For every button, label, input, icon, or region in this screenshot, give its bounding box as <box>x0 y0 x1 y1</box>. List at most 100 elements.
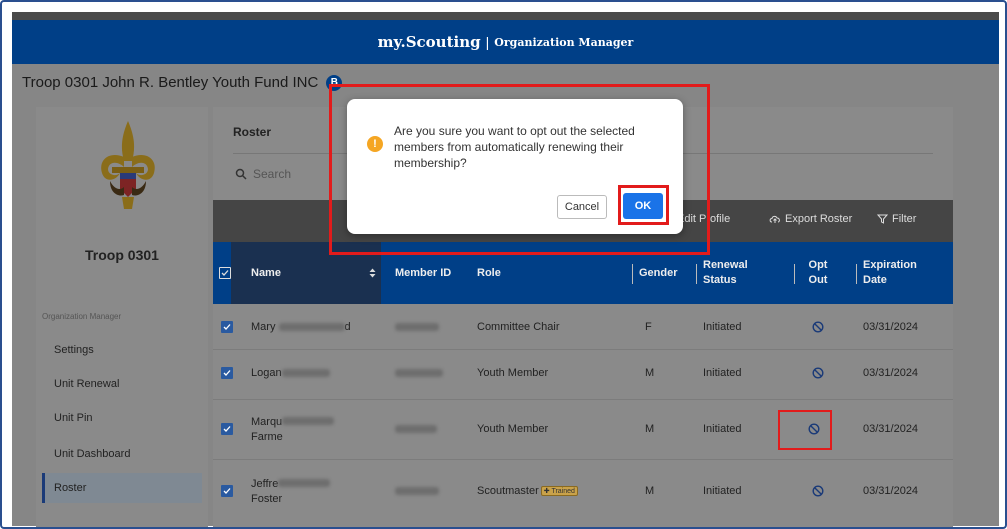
row-checkbox[interactable] <box>221 309 233 345</box>
opt-out-button[interactable] <box>812 469 824 513</box>
expiration-date: 03/31/2024 <box>863 321 919 333</box>
screenshot-frame: my.Scouting | Organization Manager Troop… <box>0 0 1007 529</box>
sidebar-item-unit-pin[interactable]: Unit Pin <box>42 403 202 433</box>
column-member-id-label: Member ID <box>395 267 452 279</box>
dialog-message: Are you sure you want to opt out the sel… <box>394 124 635 170</box>
member-id <box>395 469 439 513</box>
column-separator <box>632 264 633 284</box>
column-header-renewal-status[interactable]: Renewal Status <box>696 242 765 304</box>
member-role: Committee Chair <box>477 321 560 333</box>
top-strip <box>12 12 999 20</box>
member-id <box>395 407 437 451</box>
row-checkbox-box <box>221 321 233 333</box>
trained-badge: ✚ Trained <box>540 486 578 496</box>
expiration-date: 03/31/2024 <box>863 485 919 497</box>
member-name[interactable]: Mary d <box>251 309 351 345</box>
column-separator <box>794 264 795 284</box>
opt-out-button[interactable] <box>812 355 824 391</box>
org-title: Troop 0301 John R. Bentley Youth Fund IN… <box>22 74 343 91</box>
sidebar: Troop 0301 Organization Manager Settings… <box>36 107 208 527</box>
opt-out-button[interactable] <box>812 309 824 345</box>
member-name-tail: d <box>344 321 351 333</box>
row-checkbox-box <box>221 423 233 435</box>
redacted-id <box>395 487 439 495</box>
expiration-date: 03/31/2024 <box>863 423 919 435</box>
member-role-text: Scoutmaster <box>477 485 539 497</box>
checkmark-icon <box>223 488 231 494</box>
redacted-text <box>282 416 335 425</box>
export-roster-label: Export Roster <box>785 213 853 225</box>
sidebar-item-roster[interactable]: Roster <box>42 473 202 503</box>
filter-icon <box>877 214 888 224</box>
redacted-id <box>395 369 443 377</box>
member-role: Scoutmaster ✚ Trained <box>477 469 578 513</box>
sidebar-item-label: Roster <box>54 482 87 494</box>
member-gender: F <box>645 321 652 333</box>
checkmark-icon <box>223 324 231 330</box>
renewal-status: Initiated <box>703 485 742 497</box>
row-checkbox[interactable] <box>221 469 233 513</box>
expiration-date: 03/31/2024 <box>863 367 919 379</box>
brand-name[interactable]: my.Scouting <box>378 33 481 51</box>
table-row[interactable]: Jeffre Foster Scoutmaster ✚ Trained M In… <box>213 469 953 513</box>
column-header-opt-out[interactable]: Opt Out <box>794 242 835 304</box>
member-id <box>395 355 443 391</box>
column-gender-label: Gender <box>639 267 678 279</box>
sidebar-item-settings[interactable]: Settings <box>42 335 202 365</box>
member-name-text: Jeffre <box>251 477 279 490</box>
member-name-text: Logan <box>251 367 282 379</box>
redacted-text <box>278 478 331 487</box>
export-roster-button[interactable]: Export Roster <box>769 213 852 225</box>
row-checkbox[interactable] <box>221 407 233 451</box>
table-row[interactable]: Mary d Committee Chair F Initiated 03/31… <box>213 309 953 345</box>
sidebar-item-label: Unit Dashboard <box>54 448 131 460</box>
select-all-checkbox[interactable] <box>219 242 231 304</box>
row-checkbox-box <box>221 485 233 497</box>
trained-label: Trained <box>551 488 575 495</box>
row-divider <box>213 399 953 400</box>
cancel-button[interactable]: Cancel <box>557 195 607 219</box>
column-role-label: Role <box>477 267 501 279</box>
search-placeholder: Search <box>253 167 292 181</box>
column-header-name[interactable]: Name <box>251 242 281 304</box>
column-separator <box>696 264 697 284</box>
ban-icon <box>812 367 824 379</box>
sidebar-item-unit-renewal[interactable]: Unit Renewal <box>42 369 202 399</box>
member-name-text: Marqu <box>251 415 283 428</box>
sidebar-item-unit-dashboard[interactable]: Unit Dashboard <box>42 439 202 469</box>
member-gender: M <box>645 485 655 497</box>
search-input[interactable]: Search <box>235 167 291 181</box>
member-name-line2: Foster <box>251 492 283 505</box>
ban-icon <box>812 485 824 497</box>
cloud-upload-icon <box>769 215 780 223</box>
table-row[interactable]: Logan Youth Member M Initiated 03/31/202… <box>213 355 953 391</box>
filter-button[interactable]: Filter <box>877 213 916 225</box>
column-expiration-label: Expiration Date <box>863 259 917 286</box>
member-name[interactable]: Marqu Farme <box>251 407 335 451</box>
member-name-line2: Farme <box>251 430 283 443</box>
sidebar-section-label: Organization Manager <box>42 312 122 321</box>
header-subtitle: Organization Manager <box>494 35 634 49</box>
redacted-id <box>395 425 437 433</box>
member-gender: M <box>645 367 655 379</box>
row-checkbox-box <box>221 367 233 379</box>
row-checkbox[interactable] <box>221 355 233 391</box>
sidebar-item-label: Settings <box>54 344 94 356</box>
column-opt-out-label: Opt Out <box>808 259 828 286</box>
member-name[interactable]: Jeffre Foster <box>251 469 331 513</box>
column-renewal-label: Renewal Status <box>703 259 748 286</box>
header-separator: | <box>485 34 490 50</box>
member-name[interactable]: Logan <box>251 355 330 391</box>
column-header-expiration-date[interactable]: Expiration Date <box>856 242 933 304</box>
checkmark-icon <box>223 426 231 432</box>
table-row[interactable]: Marqu Farme Youth Member M Initiated 03/… <box>213 407 953 451</box>
column-name-label: Name <box>251 267 281 279</box>
member-role: Youth Member <box>477 423 549 435</box>
renewal-status: Initiated <box>703 423 742 435</box>
redacted-id <box>395 323 439 331</box>
app-header: my.Scouting | Organization Manager <box>12 20 999 64</box>
roster-title: Roster <box>233 125 272 139</box>
column-separator <box>856 264 857 284</box>
member-gender: M <box>645 423 655 435</box>
warning-icon: ! <box>367 136 383 152</box>
